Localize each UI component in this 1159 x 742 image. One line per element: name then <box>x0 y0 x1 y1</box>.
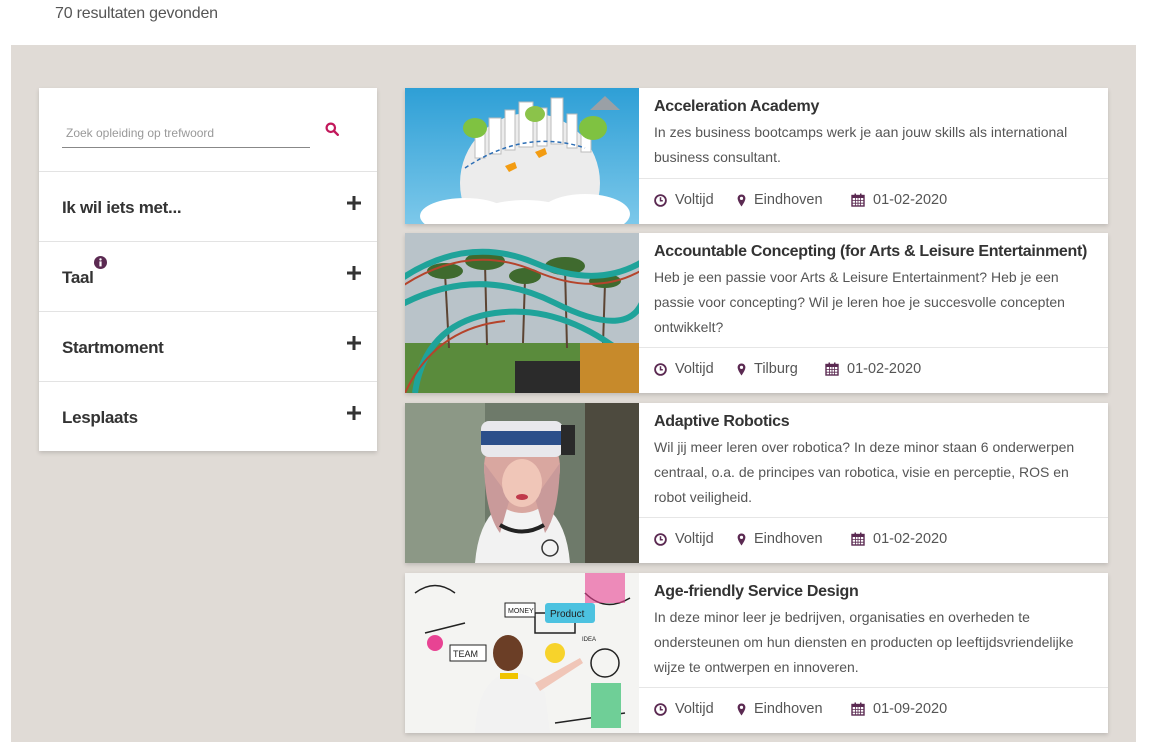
course-body: Acceleration Academy In zes business boo… <box>639 88 1108 224</box>
calendar-icon <box>825 362 839 376</box>
calendar-icon <box>851 702 865 716</box>
meta-date: 01-09-2020 <box>851 701 947 717</box>
course-meta: Voltijd Eindhoven 01-02-2020 <box>639 517 1108 563</box>
meta-location: Eindhoven <box>737 531 823 547</box>
meta-location-label: Tilburg <box>754 361 798 377</box>
course-meta: Voltijd Eindhoven 01-09-2020 <box>639 687 1108 733</box>
filter-sidebar: Ik wil iets met... Taal Startmoment Lesp… <box>39 88 377 451</box>
course-body: Age-friendly Service Design In deze mino… <box>639 573 1108 733</box>
search-icon <box>325 122 339 136</box>
course-meta: Voltijd Eindhoven 01-02-2020 <box>639 178 1108 224</box>
course-card[interactable]: Acceleration Academy In zes business boo… <box>405 88 1108 224</box>
filter-label: Startmoment <box>62 338 164 357</box>
filter-start-moment[interactable]: Startmoment <box>39 312 377 382</box>
info-icon[interactable] <box>94 256 107 269</box>
filter-location[interactable]: Lesplaats <box>39 382 377 452</box>
result-count: 70 resultaten gevonden <box>55 5 218 22</box>
meta-mode: Voltijd <box>654 361 714 377</box>
course-card[interactable]: Adaptive Robotics Wil jij meer leren ove… <box>405 403 1108 563</box>
course-title[interactable]: Age-friendly Service Design <box>654 583 859 601</box>
meta-mode-label: Voltijd <box>675 361 714 377</box>
meta-location: Eindhoven <box>737 192 823 208</box>
course-image <box>405 403 639 563</box>
course-title[interactable]: Acceleration Academy <box>654 98 819 116</box>
map-marker-icon <box>737 194 746 206</box>
doodle-word: MONEY <box>508 608 534 615</box>
filter-label: Lesplaats <box>62 408 138 427</box>
plus-icon[interactable] <box>347 336 361 350</box>
calendar-icon <box>851 532 865 546</box>
plus-icon[interactable] <box>347 196 361 210</box>
clock-icon <box>654 362 667 376</box>
filter-label: Taal <box>62 268 94 287</box>
meta-date-label: 01-09-2020 <box>873 701 948 717</box>
course-image: MONEY Product TEAM IDEA <box>405 573 639 733</box>
course-title[interactable]: Accountable Concepting (for Arts & Leisu… <box>654 243 1087 261</box>
search-input[interactable] <box>62 118 310 148</box>
meta-mode-label: Voltijd <box>675 192 714 208</box>
map-marker-icon <box>737 533 746 545</box>
clock-icon <box>654 193 667 207</box>
map-marker-icon <box>737 703 746 715</box>
course-card[interactable]: MONEY Product TEAM IDEA Age-friendly Ser… <box>405 573 1108 733</box>
doodle-word: IDEA <box>582 637 596 643</box>
course-body: Accountable Concepting (for Arts & Leisu… <box>639 233 1108 393</box>
search-box <box>39 88 377 172</box>
meta-date-label: 01-02-2020 <box>847 361 922 377</box>
meta-date-label: 01-02-2020 <box>873 531 948 547</box>
meta-mode: Voltijd <box>654 701 714 717</box>
meta-mode: Voltijd <box>654 531 714 547</box>
doodle-word: TEAM <box>453 649 478 659</box>
course-image <box>405 233 639 393</box>
calendar-icon <box>851 193 865 207</box>
course-title[interactable]: Adaptive Robotics <box>654 413 790 431</box>
map-marker-icon <box>737 363 746 375</box>
meta-date: 01-02-2020 <box>825 361 921 377</box>
plus-icon[interactable] <box>347 406 361 420</box>
course-meta: Voltijd Tilburg 01-02-2020 <box>639 347 1108 393</box>
meta-date-label: 01-02-2020 <box>873 192 948 208</box>
filter-label: Ik wil iets met... <box>62 198 182 217</box>
meta-location-label: Eindhoven <box>754 192 823 208</box>
meta-mode: Voltijd <box>654 192 714 208</box>
course-image <box>405 88 639 224</box>
clock-icon <box>654 532 667 546</box>
doodle-word: Product <box>550 609 585 620</box>
plus-icon[interactable] <box>347 266 361 280</box>
meta-location-label: Eindhoven <box>754 701 823 717</box>
course-description: Wil jij meer leren over robotica? In dez… <box>654 439 1075 505</box>
clock-icon <box>654 702 667 716</box>
meta-date: 01-02-2020 <box>851 192 947 208</box>
meta-location: Eindhoven <box>737 701 823 717</box>
meta-date: 01-02-2020 <box>851 531 947 547</box>
course-card[interactable]: Accountable Concepting (for Arts & Leisu… <box>405 233 1108 393</box>
meta-mode-label: Voltijd <box>675 531 714 547</box>
meta-location: Tilburg <box>737 361 798 377</box>
course-description: In zes business bootcamps werk je aan jo… <box>654 124 1068 165</box>
meta-mode-label: Voltijd <box>675 701 714 717</box>
filter-language[interactable]: Taal <box>39 242 377 312</box>
course-body: Adaptive Robotics Wil jij meer leren ove… <box>639 403 1108 563</box>
search-button[interactable] <box>322 119 342 139</box>
course-description: In deze minor leer je bedrijven, organis… <box>654 609 1074 675</box>
filter-interest[interactable]: Ik wil iets met... <box>39 172 377 242</box>
course-description: Heb je een passie voor Arts & Leisure En… <box>654 269 1065 335</box>
meta-location-label: Eindhoven <box>754 531 823 547</box>
